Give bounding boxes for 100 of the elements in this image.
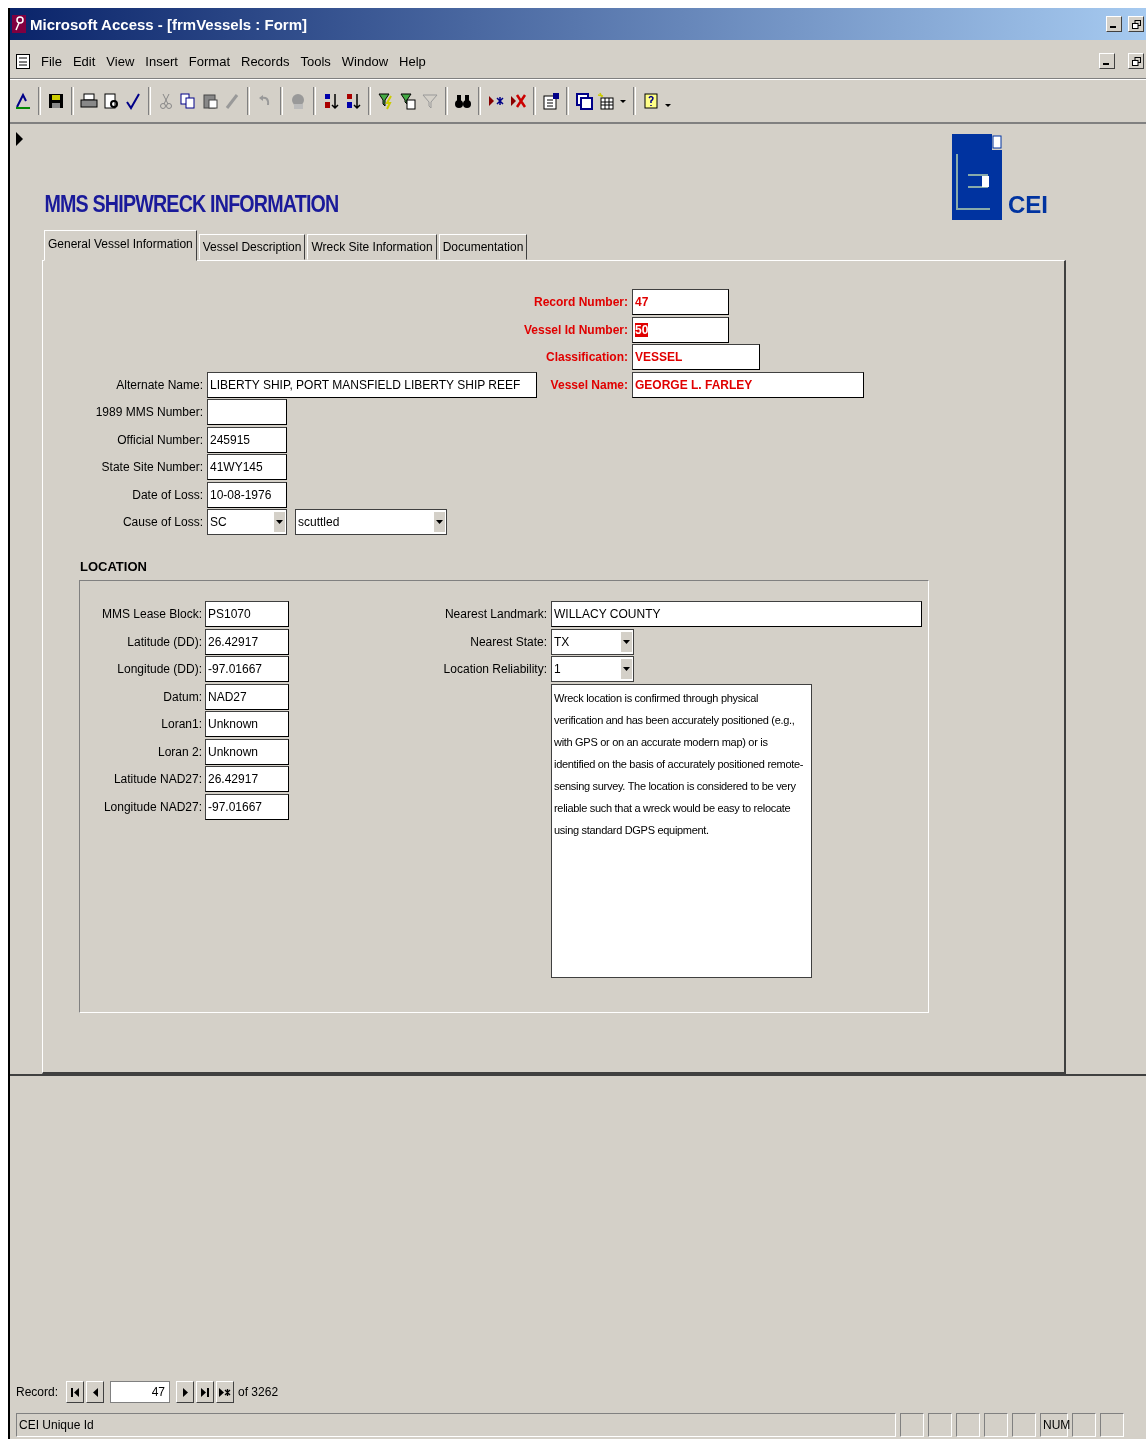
menu-item[interactable]: Window — [341, 53, 389, 69]
menu-item[interactable]: File — [41, 53, 62, 69]
record-number-field[interactable]: 47 — [110, 1381, 171, 1403]
field-label: Vessel Name: — [550, 377, 628, 392]
menu-item[interactable]: Insert — [145, 53, 178, 69]
combo-box[interactable]: 1 — [551, 656, 634, 682]
section-heading: LOCATION — [80, 559, 148, 574]
print-icon[interactable] — [80, 92, 98, 110]
tab[interactable]: Vessel Description — [198, 234, 306, 260]
field-label: Nearest State: — [470, 634, 547, 649]
first-record-button[interactable] — [66, 1381, 85, 1403]
menu-item[interactable]: Records — [241, 53, 290, 69]
restore-icon — [1131, 56, 1141, 66]
text-field[interactable]: -97.01667 — [205, 793, 289, 820]
field-label: Loran1: — [161, 717, 202, 731]
first-record-icon — [71, 1387, 80, 1397]
field-label: State Site Number: — [101, 460, 203, 474]
menu-item[interactable]: Edit — [72, 53, 96, 69]
menu-item[interactable]: View — [106, 53, 135, 69]
num-lock-indicator: NUM — [1040, 1413, 1068, 1437]
text-field[interactable]: Unknown — [205, 711, 289, 737]
text-field[interactable]: 10-08-1976 — [207, 481, 287, 508]
text-field[interactable]: Unknown — [205, 738, 289, 765]
combo-box[interactable]: TX — [551, 628, 634, 655]
new-object-icon[interactable] — [597, 92, 615, 110]
previous-record-icon — [92, 1387, 98, 1397]
field-label: Record Number: — [534, 295, 628, 309]
delete-record-icon[interactable] — [509, 92, 527, 110]
save-icon[interactable] — [47, 92, 65, 110]
text-area[interactable]: Wreck location is confirmed through physical verification and has been accurately positioned (e.g., with GPS or on an accurate modern map) or is identified on the basis of accurately positioned remote-sensing survey. The location is considered to be very reliable such that a wreck would be easy to relocate using standard DGPS equipment. — [551, 683, 812, 978]
status-panel — [900, 1413, 924, 1437]
minimize-button[interactable] — [1099, 53, 1115, 69]
next-record-button[interactable] — [176, 1381, 195, 1403]
text-field[interactable]: LIBERTY SHIP, PORT MANSFIELD LIBERTY SHIP REEF — [207, 371, 537, 398]
text-field[interactable]: 47 — [632, 289, 729, 315]
status-text: CEI Unique Id — [16, 1413, 896, 1437]
field-label: Longitude (DD): — [117, 662, 202, 676]
restore-button[interactable] — [1128, 16, 1144, 32]
minimize-button[interactable] — [1106, 16, 1122, 32]
combo-box[interactable]: SC — [207, 509, 287, 535]
text-field[interactable]: 26.42917 — [205, 628, 289, 655]
text-field[interactable]: -97.01667 — [205, 656, 289, 682]
menu-item[interactable]: Tools — [300, 53, 331, 69]
status-panel — [928, 1413, 952, 1437]
field-label: Latitude (DD): — [127, 634, 202, 649]
tab[interactable]: General Vessel Information — [44, 230, 197, 261]
tab[interactable]: Wreck Site Information — [307, 234, 437, 260]
spelling-icon[interactable] — [124, 92, 142, 110]
field-label: Classification: — [545, 350, 628, 364]
text-field[interactable]: VESSEL — [632, 344, 760, 370]
copy-icon[interactable] — [179, 92, 197, 110]
sort-ascending-icon[interactable] — [322, 92, 340, 110]
field-label: Cause of Loss: — [122, 515, 203, 529]
form-icon[interactable] — [16, 53, 30, 69]
field-label: Loran 2: — [157, 744, 202, 759]
binoculars-icon[interactable] — [454, 92, 472, 110]
text-field[interactable]: GEORGE L. FARLEY — [632, 371, 864, 398]
preview-icon[interactable] — [102, 92, 120, 110]
text-field[interactable]: 26.42917 — [205, 766, 289, 792]
paste-icon[interactable] — [201, 92, 219, 110]
new-record-button[interactable] — [216, 1381, 235, 1403]
logo-icon — [952, 134, 1002, 220]
record-count: of 3262 — [238, 1385, 279, 1399]
database-window-icon[interactable] — [575, 92, 593, 110]
combo-box[interactable]: scuttled — [295, 509, 447, 535]
field-label: Date of Loss: — [132, 487, 203, 502]
text-field[interactable]: 245915 — [207, 426, 287, 453]
status-panel — [956, 1413, 980, 1437]
properties-icon[interactable] — [542, 92, 560, 110]
restore-icon — [1131, 19, 1141, 29]
funnel-lightning-icon[interactable] — [377, 92, 395, 110]
design-icon[interactable] — [14, 92, 32, 110]
text-field[interactable]: PS1070 — [205, 601, 289, 627]
restore-button[interactable] — [1128, 53, 1144, 69]
field-label: Alternate Name: — [116, 377, 203, 392]
text-field[interactable]: 50 — [632, 316, 729, 343]
form-title: MMS SHIPWRECK INFORMATION — [43, 190, 339, 218]
status-panel — [1072, 1413, 1096, 1437]
field-label: MMS Lease Block: — [101, 607, 202, 621]
key-icon — [12, 15, 26, 33]
field-label: Vessel Id Number: — [523, 322, 628, 337]
text-field[interactable]: 41WY145 — [207, 454, 287, 480]
field-label: Latitude NAD27: — [113, 772, 202, 786]
menu-item[interactable]: Format — [188, 53, 230, 69]
window-title: Microsoft Access - [frmVessels : Form] — [30, 15, 308, 33]
funnel-form-icon[interactable] — [399, 92, 417, 110]
menu-item[interactable]: Help — [399, 53, 426, 69]
record-pointer-icon — [16, 132, 23, 146]
text-field[interactable]: WILLACY COUNTY — [551, 601, 922, 627]
previous-record-button[interactable] — [86, 1381, 105, 1403]
text-field[interactable] — [207, 399, 287, 425]
new-record-icon — [219, 1387, 232, 1397]
status-panel — [984, 1413, 1008, 1437]
last-record-icon — [201, 1387, 210, 1397]
tab[interactable]: Documentation — [438, 234, 528, 260]
status-panel — [1012, 1413, 1036, 1437]
text-field[interactable]: NAD27 — [205, 683, 289, 710]
help-icon[interactable] — [642, 92, 660, 110]
last-record-button[interactable] — [196, 1381, 215, 1403]
sort-descending-icon[interactable] — [344, 92, 362, 110]
